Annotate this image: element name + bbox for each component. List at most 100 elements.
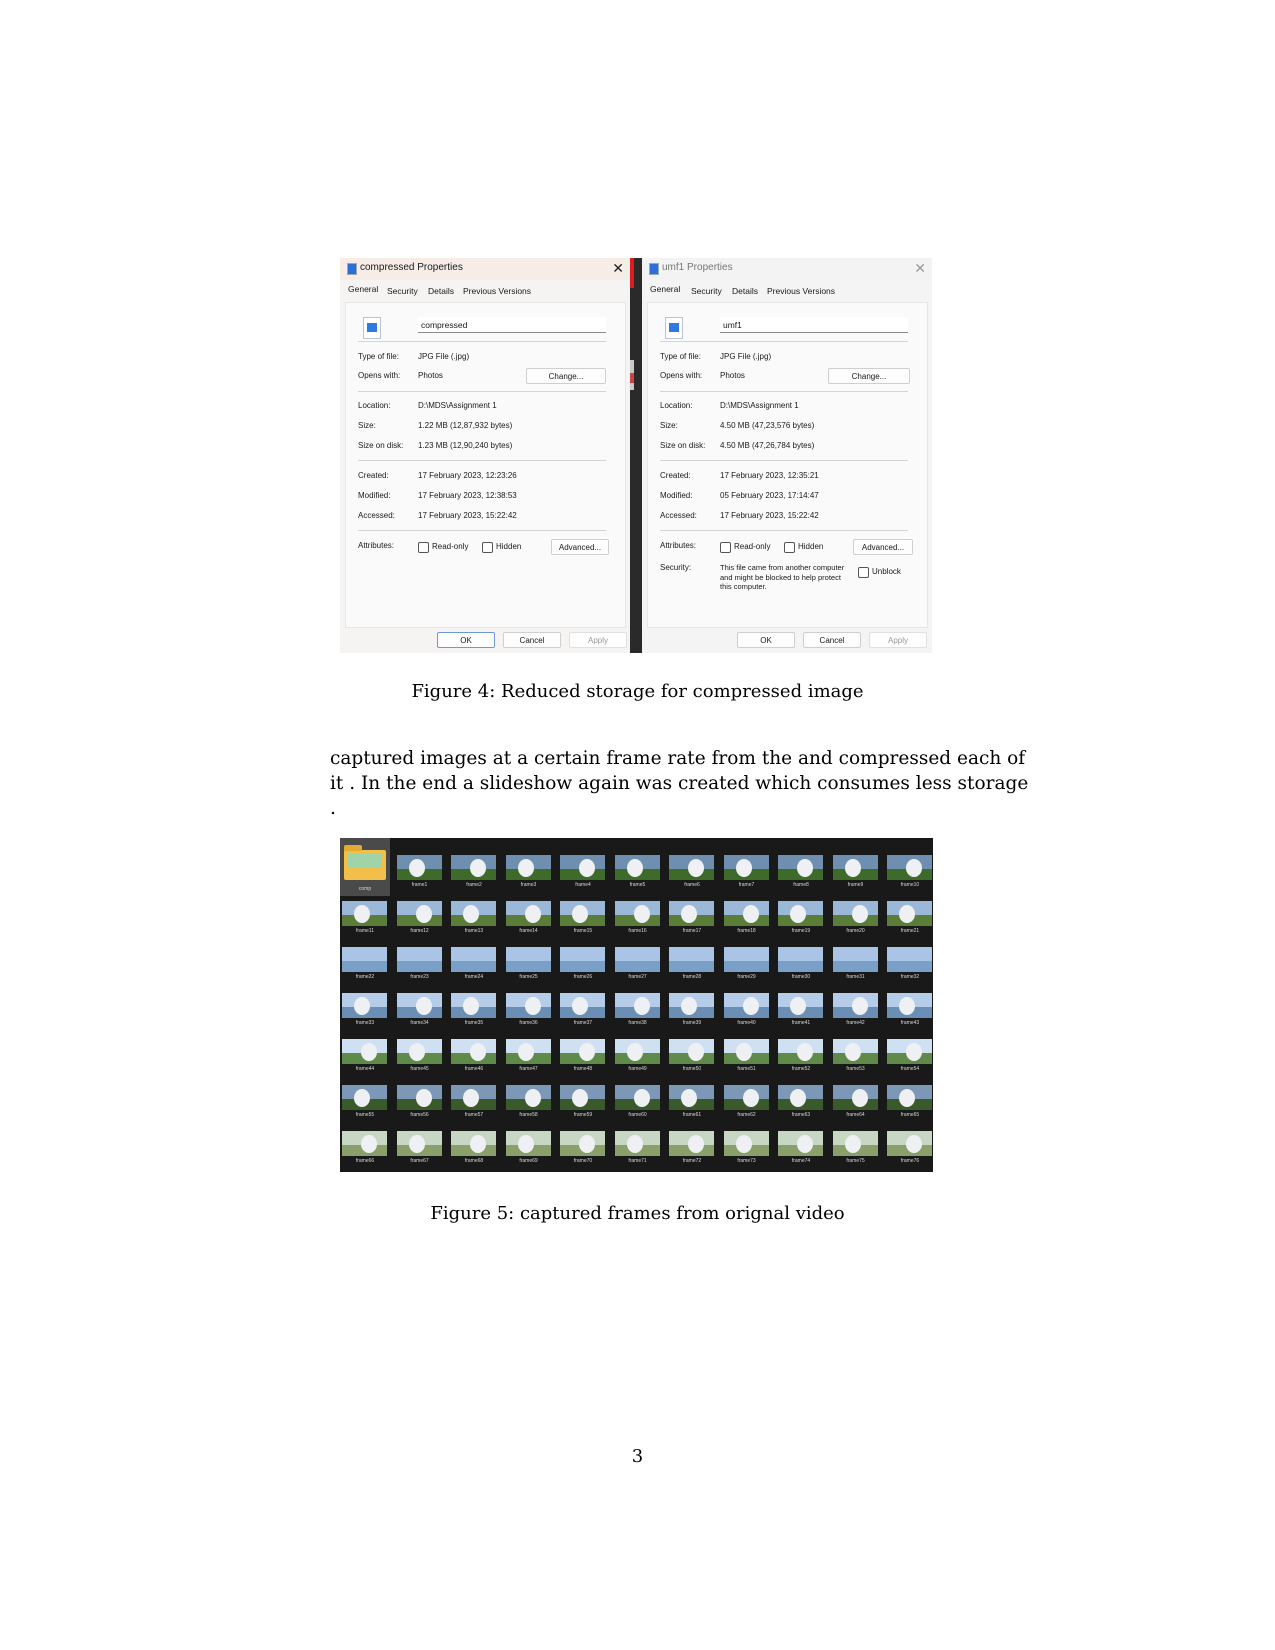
- frame-thumbnail[interactable]: frame5: [613, 838, 667, 888]
- frame-thumbnail[interactable]: frame74: [776, 1114, 830, 1164]
- frame-thumbnail[interactable]: frame66: [340, 1114, 394, 1164]
- frame-thumbnail[interactable]: frame32: [885, 930, 939, 980]
- frame-thumbnail[interactable]: frame27: [613, 930, 667, 980]
- cancel-button[interactable]: Cancel: [803, 632, 861, 648]
- frame-thumbnail[interactable]: frame68: [449, 1114, 503, 1164]
- frame-thumbnail[interactable]: frame9: [831, 838, 885, 888]
- frame-thumbnail[interactable]: frame64: [831, 1068, 885, 1118]
- file-name-field[interactable]: umf1: [720, 317, 908, 333]
- frame-thumbnail[interactable]: frame59: [558, 1068, 612, 1118]
- frame-thumbnail[interactable]: frame65: [885, 1068, 939, 1118]
- frame-thumbnail[interactable]: frame31: [831, 930, 885, 980]
- readonly-checkbox[interactable]: [418, 542, 429, 553]
- frame-thumbnail[interactable]: frame48: [558, 1022, 612, 1072]
- frame-thumbnail[interactable]: frame44: [340, 1022, 394, 1072]
- frame-thumbnail[interactable]: frame36: [504, 976, 558, 1026]
- frame-thumbnail[interactable]: frame3: [504, 838, 558, 888]
- frame-thumbnail[interactable]: frame23: [395, 930, 449, 980]
- hidden-checkbox[interactable]: [482, 542, 493, 553]
- frame-thumbnail[interactable]: frame20: [831, 884, 885, 934]
- tab-security[interactable]: Security: [691, 286, 722, 296]
- frame-thumbnail[interactable]: frame33: [340, 976, 394, 1026]
- frame-thumbnail[interactable]: frame12: [395, 884, 449, 934]
- ok-button[interactable]: OK: [737, 632, 795, 648]
- frame-thumbnail[interactable]: frame16: [613, 884, 667, 934]
- file-name-field[interactable]: compressed: [418, 317, 606, 333]
- frame-thumbnail[interactable]: frame17: [667, 884, 721, 934]
- frame-thumbnail[interactable]: frame46: [449, 1022, 503, 1072]
- close-icon[interactable]: ✕: [612, 259, 624, 277]
- tab-security[interactable]: Security: [387, 286, 418, 296]
- frame-thumbnail[interactable]: frame11: [340, 884, 394, 934]
- frame-thumbnail[interactable]: frame25: [504, 930, 558, 980]
- tab-general[interactable]: General: [348, 284, 378, 294]
- change-button[interactable]: Change...: [828, 368, 910, 384]
- frame-thumbnail[interactable]: frame8: [776, 838, 830, 888]
- frame-thumbnail[interactable]: frame2: [449, 838, 503, 888]
- frame-thumbnail[interactable]: frame40: [722, 976, 776, 1026]
- frame-thumbnail[interactable]: frame15: [558, 884, 612, 934]
- frame-thumbnail[interactable]: frame76: [885, 1114, 939, 1164]
- frame-thumbnail[interactable]: frame6: [667, 838, 721, 888]
- apply-button[interactable]: Apply: [569, 632, 627, 648]
- frame-thumbnail[interactable]: frame42: [831, 976, 885, 1026]
- frame-thumbnail[interactable]: frame26: [558, 930, 612, 980]
- frame-thumbnail[interactable]: frame56: [395, 1068, 449, 1118]
- frame-thumbnail[interactable]: frame34: [395, 976, 449, 1026]
- cancel-button[interactable]: Cancel: [503, 632, 561, 648]
- frame-thumbnail[interactable]: frame14: [504, 884, 558, 934]
- frame-thumbnail[interactable]: frame13: [449, 884, 503, 934]
- tab-previous-versions[interactable]: Previous Versions: [463, 286, 531, 296]
- frame-thumbnail[interactable]: frame53: [831, 1022, 885, 1072]
- advanced-button[interactable]: Advanced...: [853, 539, 913, 555]
- frame-thumbnail[interactable]: frame47: [504, 1022, 558, 1072]
- unblock-checkbox[interactable]: [858, 567, 869, 578]
- frame-thumbnail[interactable]: frame37: [558, 976, 612, 1026]
- frame-thumbnail[interactable]: frame10: [885, 838, 939, 888]
- frame-thumbnail[interactable]: frame29: [722, 930, 776, 980]
- frame-thumbnail[interactable]: frame58: [504, 1068, 558, 1118]
- frame-thumbnail[interactable]: frame43: [885, 976, 939, 1026]
- frame-thumbnail[interactable]: frame71: [613, 1114, 667, 1164]
- frame-thumbnail[interactable]: frame52: [776, 1022, 830, 1072]
- tab-general[interactable]: General: [650, 284, 680, 294]
- frame-thumbnail[interactable]: frame39: [667, 976, 721, 1026]
- frame-thumbnail[interactable]: frame35: [449, 976, 503, 1026]
- frame-thumbnail[interactable]: frame75: [831, 1114, 885, 1164]
- frame-thumbnail[interactable]: frame22: [340, 930, 394, 980]
- frame-thumbnail[interactable]: frame63: [776, 1068, 830, 1118]
- change-button[interactable]: Change...: [526, 368, 606, 384]
- tab-previous-versions[interactable]: Previous Versions: [767, 286, 835, 296]
- frame-thumbnail[interactable]: frame1: [395, 838, 449, 888]
- frame-thumbnail[interactable]: frame38: [613, 976, 667, 1026]
- frame-thumbnail[interactable]: frame57: [449, 1068, 503, 1118]
- frame-thumbnail[interactable]: frame60: [613, 1068, 667, 1118]
- frame-thumbnail[interactable]: frame28: [667, 930, 721, 980]
- frame-thumbnail[interactable]: frame70: [558, 1114, 612, 1164]
- tab-details[interactable]: Details: [732, 286, 758, 296]
- frame-thumbnail[interactable]: frame24: [449, 930, 503, 980]
- frame-thumbnail[interactable]: frame50: [667, 1022, 721, 1072]
- frame-thumbnail[interactable]: frame18: [722, 884, 776, 934]
- frame-thumbnail[interactable]: frame41: [776, 976, 830, 1026]
- ok-button[interactable]: OK: [437, 632, 495, 648]
- frame-thumbnail[interactable]: frame49: [613, 1022, 667, 1072]
- frame-thumbnail[interactable]: frame51: [722, 1022, 776, 1072]
- frame-thumbnail[interactable]: frame21: [885, 884, 939, 934]
- frame-thumbnail[interactable]: frame61: [667, 1068, 721, 1118]
- frame-thumbnail[interactable]: frame30: [776, 930, 830, 980]
- advanced-button[interactable]: Advanced...: [551, 539, 609, 555]
- frame-thumbnail[interactable]: frame54: [885, 1022, 939, 1072]
- frame-thumbnail[interactable]: frame4: [558, 838, 612, 888]
- apply-button[interactable]: Apply: [869, 632, 927, 648]
- frame-thumbnail[interactable]: frame62: [722, 1068, 776, 1118]
- frame-thumbnail[interactable]: frame73: [722, 1114, 776, 1164]
- frame-thumbnail[interactable]: frame45: [395, 1022, 449, 1072]
- frame-thumbnail[interactable]: frame7: [722, 838, 776, 888]
- close-icon[interactable]: ✕: [914, 259, 926, 277]
- frame-thumbnail[interactable]: frame55: [340, 1068, 394, 1118]
- frame-thumbnail[interactable]: frame72: [667, 1114, 721, 1164]
- tab-details[interactable]: Details: [428, 286, 454, 296]
- readonly-checkbox[interactable]: [720, 542, 731, 553]
- frame-thumbnail[interactable]: frame69: [504, 1114, 558, 1164]
